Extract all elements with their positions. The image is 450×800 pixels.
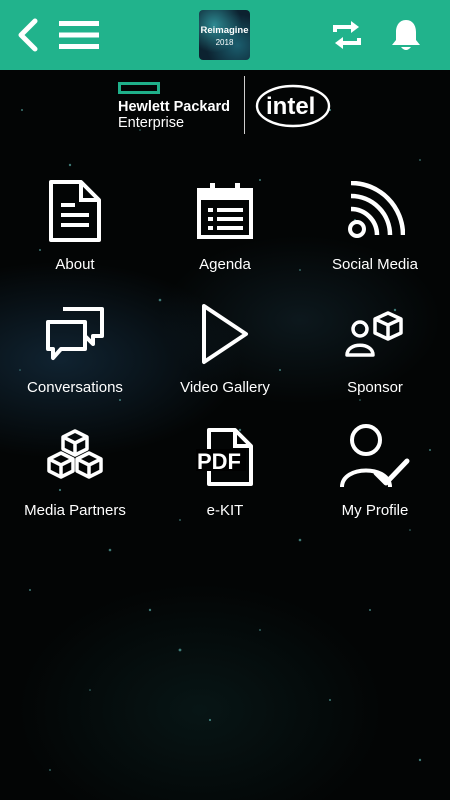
event-logo-year: 2018	[215, 38, 234, 47]
tile-e-kit[interactable]: PDF e-KIT	[150, 416, 300, 536]
tile-my-profile[interactable]: My Profile	[300, 416, 450, 536]
tile-label-sponsor: Sponsor	[347, 379, 403, 396]
tile-social-media[interactable]: Social Media	[300, 170, 450, 290]
tile-label-about: About	[55, 256, 95, 273]
tile-media-partners[interactable]: Media Partners	[0, 416, 150, 536]
tile-label-media-partners: Media Partners	[24, 502, 126, 519]
stacked-cubes-icon	[35, 422, 115, 492]
sync-button[interactable]	[325, 0, 369, 70]
hpe-name-line1: Hewlett Packard	[118, 99, 231, 115]
tile-label-agenda: Agenda	[199, 256, 251, 273]
tile-label-conversations: Conversations	[27, 379, 123, 396]
event-logo[interactable]: Reimagine 2018	[199, 10, 250, 60]
tile-label-my-profile: My Profile	[341, 502, 409, 519]
tile-conversations[interactable]: Conversations	[0, 293, 150, 413]
tile-label-video-gallery: Video Gallery	[180, 379, 270, 396]
tile-label-e-kit: e-KIT	[206, 502, 244, 519]
hamburger-menu-icon	[59, 20, 99, 50]
sponsor-brand-header: Hewlett Packard Enterprise intel	[115, 76, 345, 136]
top-app-bar: Reimagine 2018	[0, 0, 450, 70]
brand-divider	[244, 76, 245, 134]
hpe-logo-mark	[118, 82, 160, 94]
rss-feed-icon	[335, 176, 415, 246]
chat-bubbles-icon	[35, 299, 115, 369]
back-button[interactable]	[8, 0, 48, 70]
hpe-name-line2: Enterprise	[118, 115, 185, 131]
pdf-file-icon: PDF	[185, 422, 265, 492]
person-cube-icon	[335, 299, 415, 369]
event-logo-title: Reimagine	[200, 25, 249, 36]
tile-label-social-media: Social Media	[332, 256, 418, 273]
bell-icon	[390, 18, 422, 52]
notifications-button[interactable]	[384, 0, 428, 70]
intel-logo: intel	[255, 80, 335, 130]
tile-video-gallery[interactable]: Video Gallery	[150, 293, 300, 413]
play-icon	[185, 299, 265, 369]
document-icon	[35, 176, 115, 246]
svg-text:PDF: PDF	[197, 449, 241, 474]
tile-sponsor[interactable]: Sponsor	[300, 293, 450, 413]
intel-wordmark: intel	[266, 93, 315, 120]
tile-agenda[interactable]: Agenda	[150, 170, 300, 290]
calendar-list-icon	[185, 176, 265, 246]
tile-about[interactable]: About	[0, 170, 150, 290]
user-check-icon	[335, 422, 415, 492]
chevron-left-icon	[15, 18, 41, 52]
menu-button[interactable]	[54, 0, 104, 70]
sync-arrows-icon	[331, 20, 363, 50]
